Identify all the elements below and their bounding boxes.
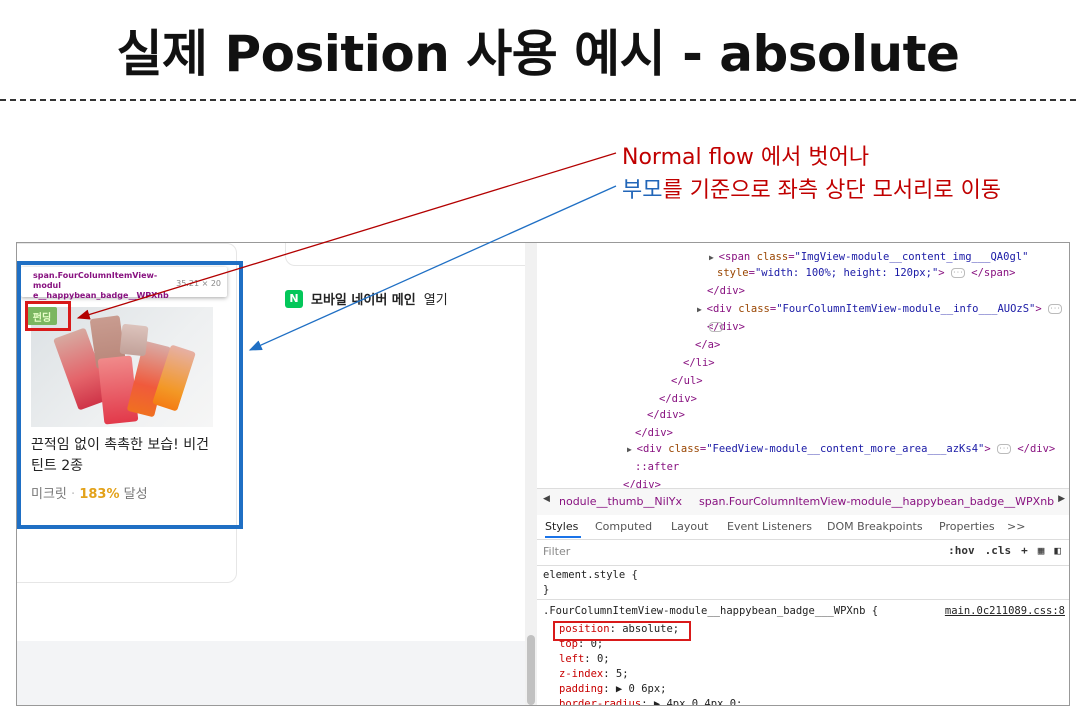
cls-toggle[interactable]: .cls bbox=[985, 544, 1012, 557]
dom-node-line[interactable]: ▶ <div class="FourColumnItemView-module_… bbox=[697, 303, 1063, 315]
paint-brush-icon[interactable]: ▦ bbox=[1038, 544, 1045, 557]
adjacent-card-top bbox=[285, 243, 526, 266]
crumb-scroll-right-icon[interactable]: ▶ bbox=[1058, 494, 1065, 504]
dom-node-text: <div class="FeedView-module__content_mor… bbox=[636, 443, 991, 455]
tab-more-chevron[interactable]: >> bbox=[1007, 520, 1025, 533]
dom-node-text: </li> bbox=[683, 357, 715, 369]
annotation-line-1: Normal flow 에서 벗어나 bbox=[622, 145, 870, 170]
browser-screenshot: N 모바일 네이버 메인 열기 펀딩 span.FourColumnItemVi… bbox=[16, 242, 1070, 706]
position-highlight-box bbox=[553, 621, 691, 641]
expand-triangle-icon[interactable]: ▶ bbox=[709, 253, 719, 262]
parent-highlight-box bbox=[17, 261, 243, 529]
css-prop-name: left bbox=[559, 653, 585, 665]
dom-node-line[interactable]: </li> bbox=[683, 357, 715, 369]
css-prop-value: : 0; bbox=[584, 653, 610, 665]
css-prop-name: z-index bbox=[559, 668, 604, 680]
dom-node-text: </div> bbox=[647, 409, 685, 421]
css-property-left[interactable]: left: 0; bbox=[559, 653, 610, 665]
css-prop-name: padding bbox=[559, 683, 604, 695]
tab-event-listeners[interactable]: Event Listeners bbox=[727, 520, 812, 533]
rule-separator bbox=[537, 599, 1069, 600]
dom-node-line[interactable]: ::after bbox=[635, 461, 679, 473]
tab-dom-breakpoints[interactable]: DOM Breakpoints bbox=[827, 520, 923, 533]
dom-node-line[interactable]: </ul> bbox=[671, 375, 703, 387]
dom-node-text: style="width: 100%; height: 120px;"> bbox=[717, 267, 945, 279]
dom-node-line[interactable]: </div> bbox=[635, 427, 673, 439]
dom-node-text: </div> bbox=[635, 427, 673, 439]
naver-link-rest: 열기 bbox=[423, 293, 448, 308]
collapsed-ellipsis-icon[interactable]: ··· bbox=[709, 322, 723, 332]
filter-row: Filter :hov .cls + ▦ ◧ bbox=[537, 541, 1069, 566]
dom-node-line[interactable]: style="width: 100%; height: 120px;"> ···… bbox=[717, 267, 1016, 279]
page-scrollbar-thumb[interactable] bbox=[527, 635, 535, 705]
dom-node-line[interactable]: </a> bbox=[695, 339, 720, 351]
devtools-panel: ▶ <span class="ImgView-module__content_i… bbox=[537, 243, 1069, 705]
dom-node-line[interactable]: </div> bbox=[707, 285, 745, 297]
annotation-line-2: 부모를 기준으로 좌측 상단 모서리로 이동 bbox=[622, 172, 1001, 204]
css-prop-value: : ▶ 4px 0 4px 0; bbox=[641, 698, 743, 706]
active-tab-indicator bbox=[545, 536, 581, 538]
naver-logo-icon: N bbox=[285, 289, 303, 308]
collapsed-ellipsis-icon[interactable]: ··· bbox=[950, 268, 965, 278]
toggle-sidebar-icon[interactable]: ◧ bbox=[1054, 544, 1061, 557]
collapsed-ellipsis-icon[interactable]: ··· bbox=[997, 444, 1011, 454]
css-prop-name: border-radius bbox=[559, 698, 642, 706]
breadcrumb: ◀ nodule__thumb__NilYx span.FourColumnIt… bbox=[537, 488, 1069, 516]
css-prop-value: : 5; bbox=[603, 668, 629, 680]
element-style-open: element.style { bbox=[543, 569, 638, 581]
dom-node-text: <span class="ImgView-module__content_img… bbox=[718, 251, 1029, 263]
dom-node-text: </ul> bbox=[671, 375, 703, 387]
crumb-item-badge[interactable]: span.FourColumnItemView-module__happybea… bbox=[699, 495, 1054, 508]
web-page-pane: N 모바일 네이버 메인 열기 펀딩 span.FourColumnItemVi… bbox=[17, 243, 526, 705]
css-source-link[interactable]: main.0c211089.css:8 bbox=[945, 605, 1065, 617]
naver-link-bold: 모바일 네이버 메인 bbox=[311, 293, 416, 308]
dom-node-line[interactable]: </div> bbox=[659, 393, 697, 405]
slide-title: 실제 Position 사용 예시 - absolute bbox=[116, 25, 960, 83]
dom-node-text: <div class="FourColumnItemView-module__i… bbox=[706, 303, 1042, 315]
closing-tag: </div> bbox=[1011, 443, 1056, 455]
element-style-close: } bbox=[543, 584, 550, 596]
tab-computed[interactable]: Computed bbox=[595, 520, 652, 533]
annotation-line-2-rest: 를 기준으로 좌측 상단 모서리로 이동 bbox=[662, 178, 1002, 203]
closing-tag: </span> bbox=[964, 267, 1016, 279]
crumb-scroll-left-icon[interactable]: ◀ bbox=[543, 494, 550, 504]
hov-toggle[interactable]: :hov bbox=[948, 544, 975, 557]
naver-open-link[interactable]: N 모바일 네이버 메인 열기 bbox=[285, 289, 448, 308]
tab-layout[interactable]: Layout bbox=[671, 520, 708, 533]
expand-triangle-icon[interactable]: ▶ bbox=[627, 445, 637, 454]
dom-node-line[interactable]: ▶ <span class="ImgView-module__content_i… bbox=[709, 251, 1028, 263]
collapsed-ellipsis-icon[interactable]: ··· bbox=[1048, 304, 1063, 314]
styles-filter-input[interactable]: Filter bbox=[543, 545, 903, 561]
css-property-padding[interactable]: padding: ▶ 0 6px; bbox=[559, 683, 666, 695]
dom-node-text: </div> bbox=[707, 285, 745, 297]
styles-tabs: Styles Computed Layout Event Listeners D… bbox=[537, 515, 1069, 540]
dashed-divider bbox=[0, 99, 1076, 101]
crumb-item-thumb[interactable]: nodule__thumb__NilYx bbox=[559, 495, 682, 508]
dom-node-text: </a> bbox=[695, 339, 721, 351]
css-property-border-radius[interactable]: border-radius: ▶ 4px 0 4px 0; bbox=[559, 698, 743, 706]
expand-triangle-icon[interactable]: ▶ bbox=[697, 305, 707, 314]
rule-selector[interactable]: .FourColumnItemView-module__happybean_ba… bbox=[543, 605, 878, 617]
new-rule-plus-icon[interactable]: + bbox=[1021, 544, 1028, 557]
css-property-z-index[interactable]: z-index: 5; bbox=[559, 668, 629, 680]
dom-node-text: ::after bbox=[635, 461, 680, 473]
dom-node-line[interactable]: ▶ <div class="FeedView-module__content_m… bbox=[627, 443, 1055, 455]
tab-styles[interactable]: Styles bbox=[545, 520, 578, 533]
annotation-highlight-parent: 부모 bbox=[622, 178, 663, 203]
dom-node-text: </div> bbox=[659, 393, 697, 405]
dom-node-line[interactable]: ··· bbox=[709, 321, 723, 333]
page-footer-area bbox=[17, 641, 525, 705]
css-prop-value: : ▶ 0 6px; bbox=[603, 683, 667, 695]
tab-properties[interactable]: Properties bbox=[939, 520, 995, 533]
dom-node-line[interactable]: </div> bbox=[647, 409, 685, 421]
